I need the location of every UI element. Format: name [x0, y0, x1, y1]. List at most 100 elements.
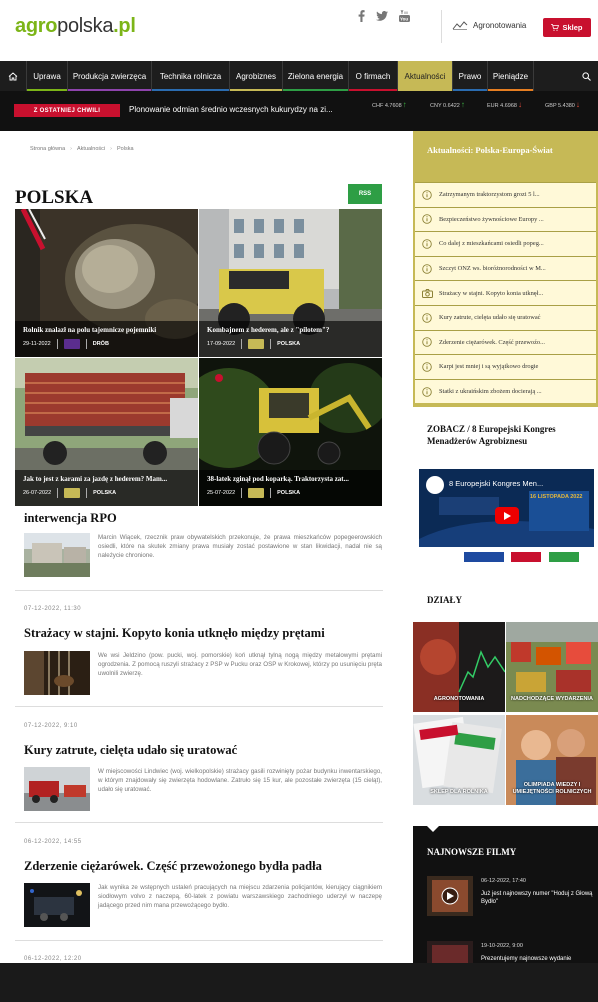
- video-embed[interactable]: 8 Europejski Kongres Men... 16 LISTOPADA…: [419, 469, 594, 569]
- video-item[interactable]: 06-12-2022, 17:40 Już jest najnowszy num…: [427, 876, 597, 916]
- sections-title: DZIAŁY: [427, 595, 463, 605]
- news-box-item[interactable]: Zatrzymanym traktorzystom grozi 5 l...: [415, 182, 596, 207]
- currency-rate[interactable]: GBP 5.4380↓: [545, 100, 580, 109]
- news-box-item[interactable]: Statki z ukraińskim zbożem docierają ...: [415, 378, 596, 404]
- logo-part-pl: .pl: [113, 15, 136, 37]
- latest-videos-title: NAJNOWSZE FILMY: [427, 847, 517, 857]
- nav-item[interactable]: Pieniądze: [488, 61, 534, 91]
- info-icon: [422, 263, 432, 274]
- tile-category[interactable]: DRÓB: [93, 341, 109, 347]
- news-box-item[interactable]: Bezpieczeństwo żywnościowe Europy ...: [415, 206, 596, 232]
- article-title[interactable]: Strażacy w stajni. Kopyto konia utknęło …: [24, 626, 325, 641]
- section-tile-agronotowania[interactable]: AGRONOTOWANIA: [413, 622, 505, 712]
- currency-rate[interactable]: CNY 0.6422↑: [430, 100, 465, 109]
- tile-title: Rolnik znalazł na polu tajemnicze pojemn…: [23, 326, 157, 334]
- article-thumbnail[interactable]: [24, 883, 90, 927]
- section-tile-olympiad[interactable]: OLIMPIADA WIEDZY I UMIEJĘTNOŚCI ROLNICZY…: [506, 715, 598, 805]
- article-title[interactable]: Zderzenie ciężarówek. Część przewożonego…: [24, 859, 322, 874]
- breadcrumb-item[interactable]: Aktualności: [77, 146, 105, 152]
- currency-code: EUR: [487, 103, 499, 109]
- news-box-item-title: Karpi jest mniej i są wyjątkowo drogie: [439, 363, 539, 371]
- tile-date: 17-09-2022: [207, 341, 236, 347]
- nav-item[interactable]: Agrobiznes: [230, 61, 283, 91]
- chart-line-icon: [452, 21, 468, 30]
- page-title: POLSKA: [15, 187, 94, 208]
- nav-item-label: Technika rolnicza: [159, 71, 222, 81]
- article-date: 06-12-2022, 14:55: [24, 839, 82, 845]
- agronotowania-link[interactable]: Agronotowania: [452, 20, 526, 30]
- featured-tile[interactable]: Kombajnem z hederem, ale z "pilotem"? 17…: [199, 209, 382, 357]
- tile-title: Jak to jest z karami za jazdę z hederem?…: [23, 475, 168, 483]
- article-thumbnail[interactable]: [24, 651, 90, 695]
- shop-label: Sklep: [562, 23, 583, 32]
- tile-date: 25-07-2022: [207, 490, 236, 496]
- shop-button[interactable]: Sklep: [543, 18, 591, 37]
- divider: [15, 706, 383, 707]
- news-box-item[interactable]: Strażacy w stajni. Kopyto konia utknęł..…: [415, 280, 596, 305]
- section-tile-shop[interactable]: SKLEP DLA ROLNIKA: [413, 715, 505, 805]
- article-title[interactable]: Kury zatrute, cielęta udało się uratować: [24, 743, 237, 758]
- svg-text:You: You: [400, 17, 408, 22]
- logo-part-agro: agro: [15, 15, 58, 37]
- rss-button[interactable]: RSS: [348, 184, 382, 204]
- tile-meta: 29-11-2022 DRÓB: [23, 339, 109, 349]
- news-box-item[interactable]: Kury zatrute, cielęta udało się uratować: [415, 304, 596, 330]
- header-divider: [441, 10, 442, 43]
- article-excerpt: Jak wynika ze wstępnych ustaleń pracując…: [98, 884, 382, 909]
- featured-tile[interactable]: Rolnik znalazł na polu tajemnicze pojemn…: [15, 209, 198, 357]
- article-thumbnail[interactable]: [24, 533, 90, 577]
- section-tile-events[interactable]: NADCHODZĄCE WYDARZENIA: [506, 622, 598, 712]
- breadcrumb-separator: ›: [110, 146, 112, 152]
- currency-code: CHF: [372, 103, 384, 109]
- video-thumbnail: [427, 876, 473, 916]
- breadcrumb-item[interactable]: Strona główna: [30, 146, 65, 152]
- currency-code: CNY: [430, 103, 442, 109]
- section-label: NADCHODZĄCE WYDARZENIA: [511, 696, 593, 702]
- article-date: 07-12-2022, 9:10: [24, 723, 78, 729]
- ticker-headline[interactable]: Plonowanie odmian średnio wczesnych kuku…: [129, 105, 344, 114]
- news-box-item[interactable]: Zderzenie ciężarówek. Część przewoźo...: [415, 329, 596, 355]
- video-date: 16 LISTOPADA 2022: [530, 494, 583, 500]
- nav-item[interactable]: Prawo: [453, 61, 488, 91]
- nav-item-label: Zielona energia: [287, 71, 344, 81]
- main-navigation: Uprawa Produkcja zwierzęca Technika rolnic…: [0, 61, 598, 91]
- site-logo[interactable]: agropolska.pl: [15, 15, 136, 38]
- tile-category[interactable]: POLSKA: [93, 490, 116, 496]
- nav-item[interactable]: Produkcja zwierzęca: [68, 61, 152, 91]
- video-date: 19-10-2022, 9:00: [481, 943, 523, 949]
- nav-item-label: Prawo: [458, 71, 482, 81]
- article-title[interactable]: interwencja RPO: [24, 511, 117, 526]
- search-button[interactable]: [574, 61, 598, 91]
- news-box-title[interactable]: Aktualności: Polska-Europa-Świat: [427, 144, 587, 157]
- video-item-title: Już jest najnowszy numer "Hoduj z Głową …: [481, 891, 593, 905]
- article-date: 07-12-2022, 11:30: [24, 606, 82, 612]
- nav-item[interactable]: Zielona energia: [283, 61, 349, 91]
- twitter-icon[interactable]: [376, 11, 388, 21]
- news-box-item[interactable]: Szczyt ONZ ws. bioróżnorodności w M...: [415, 255, 596, 281]
- currency-rate[interactable]: CHF 4.7608↑: [372, 100, 407, 109]
- comment-bubble-icon: [248, 488, 265, 498]
- info-icon: [422, 190, 432, 200]
- nav-item-label: Produkcja zwierzęca: [72, 71, 147, 81]
- nav-item[interactable]: Aktualności: [398, 61, 453, 91]
- nav-item-label: Aktualności: [404, 71, 446, 81]
- nav-item[interactable]: Technika rolnicza: [152, 61, 230, 91]
- facebook-icon[interactable]: [358, 10, 365, 22]
- nav-item-label: Pieniądze: [492, 71, 529, 81]
- nav-item[interactable]: O firmach: [349, 61, 398, 91]
- news-box-item-title: Kury zatrute, cielęta udało się uratować: [439, 314, 541, 322]
- home-icon: [8, 71, 18, 80]
- currency-value: 0.6422: [443, 103, 460, 109]
- news-box-item[interactable]: Co dalej z mieszkańcami osiedli popeg...: [415, 231, 596, 256]
- featured-tile[interactable]: 38-latek zginął pod koparką. Traktorzyst…: [199, 358, 382, 506]
- play-icon[interactable]: [495, 507, 519, 524]
- article-thumbnail[interactable]: [24, 767, 90, 811]
- tile-category[interactable]: POLSKA: [277, 341, 300, 347]
- featured-tile[interactable]: Jak to jest z karami za jazdę z hederem?…: [15, 358, 198, 506]
- currency-rate[interactable]: EUR 4.6968↓: [487, 100, 522, 109]
- nav-item[interactable]: Uprawa: [27, 61, 68, 91]
- news-box-item[interactable]: Karpi jest mniej i są wyjątkowo drogie: [415, 354, 596, 379]
- youtube-icon[interactable]: You: [399, 10, 410, 22]
- home-button[interactable]: [0, 61, 27, 91]
- tile-category[interactable]: POLSKA: [277, 490, 300, 496]
